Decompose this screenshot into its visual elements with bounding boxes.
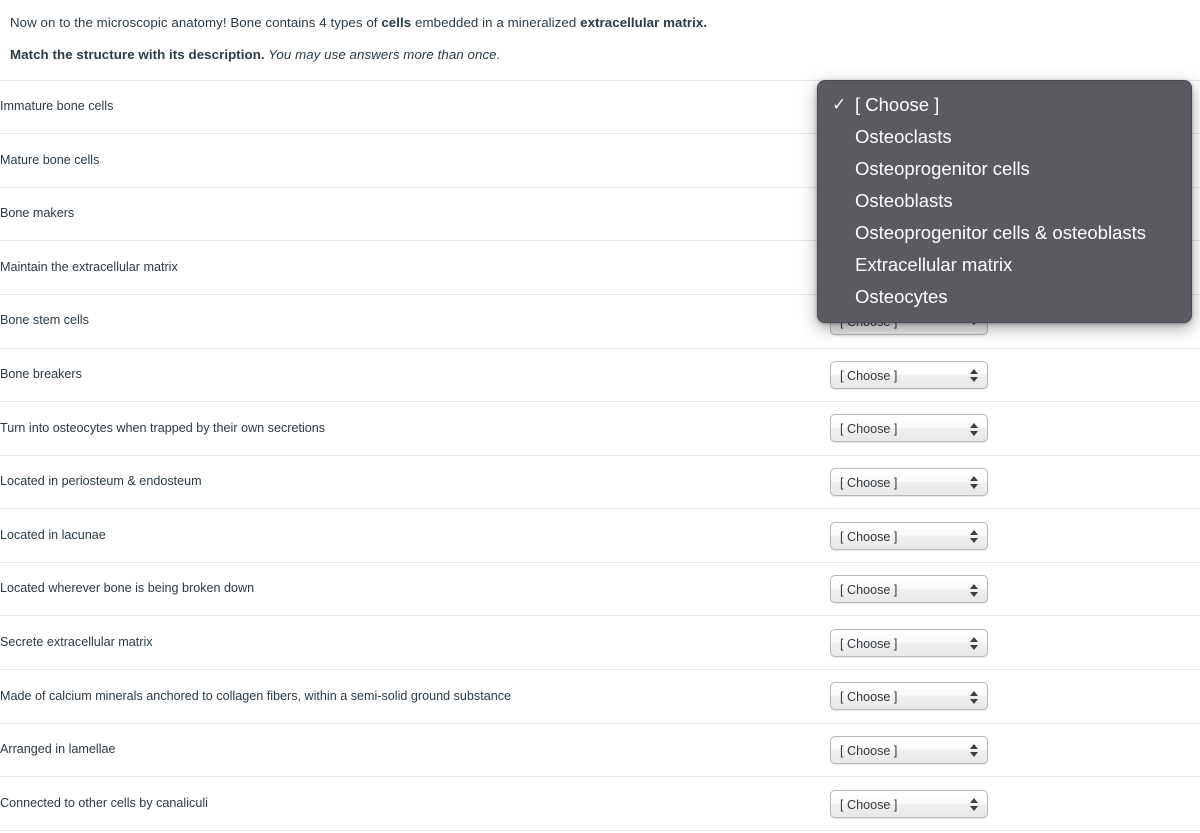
answer-select[interactable]: [ Choose ] xyxy=(830,467,988,497)
row-label-cell: Located in lacunae xyxy=(0,508,830,563)
updown-arrows-icon xyxy=(969,791,978,819)
answer-select-value: [ Choose ] xyxy=(840,797,898,812)
answer-select[interactable]: [ Choose ] xyxy=(830,360,988,390)
dropdown-option-extracellular-matrix[interactable]: Extracellular matrix xyxy=(818,249,1191,281)
row-label: Connected to other cells by canaliculi xyxy=(0,795,208,810)
row-answer-cell: [ Choose ] xyxy=(830,508,1200,563)
dropdown-option-label: Osteoclasts xyxy=(855,126,952,147)
table-row: Located in lacunae [ Choose ] xyxy=(0,508,1200,563)
table-row: Made of calcium minerals anchored to col… xyxy=(0,669,1200,724)
row-label: Maintain the extracellular matrix xyxy=(0,259,178,274)
intro-text-block: Now on to the microscopic anatomy! Bone … xyxy=(0,0,1200,65)
answer-select[interactable]: [ Choose ] xyxy=(830,414,988,443)
dropdown-option-osteoprogenitor-cells-and-osteoblasts[interactable]: Osteoprogenitor cells & osteoblasts xyxy=(818,217,1191,249)
answer-select-value: [ Choose ] xyxy=(840,368,898,383)
updown-arrows-icon xyxy=(969,469,978,497)
intro-emphasis-matrix: extracellular matrix. xyxy=(580,15,708,30)
row-label: Bone stem cells xyxy=(0,313,89,328)
row-label: Located in periosteum & endosteum xyxy=(0,474,202,489)
row-label-cell: Arranged in lamellae xyxy=(0,723,830,778)
row-label-cell: Connected to other cells by canaliculi xyxy=(0,776,830,831)
row-label: Bone breakers xyxy=(0,366,82,381)
updown-arrows-icon xyxy=(969,737,978,765)
row-label: Immature bone cells xyxy=(0,99,114,114)
answer-select[interactable]: [ Choose ] xyxy=(830,628,988,658)
table-row: Located wherever bone is being broken do… xyxy=(0,562,1200,617)
row-label: Made of calcium minerals anchored to col… xyxy=(0,688,512,703)
dropdown-option-osteocytes[interactable]: Osteocytes xyxy=(818,281,1191,313)
row-label: Located in lacunae xyxy=(0,527,106,542)
row-answer-cell: [ Choose ] xyxy=(830,669,1200,724)
row-answer-cell: [ Choose ] xyxy=(830,455,1200,510)
updown-arrows-icon xyxy=(969,362,978,390)
row-answer-cell: [ Choose ] xyxy=(830,562,1200,617)
intro-sentence-2: Match the structure with its description… xyxy=(10,32,1190,64)
row-label-cell: Located wherever bone is being broken do… xyxy=(0,562,830,617)
updown-arrows-icon xyxy=(969,523,978,551)
row-answer-cell: [ Choose ] xyxy=(830,615,1200,671)
dropdown-option-choose[interactable]: ✓ [ Choose ] xyxy=(818,89,1191,121)
dropdown-option-label: Osteoblasts xyxy=(855,190,953,211)
updown-arrows-icon xyxy=(969,415,978,443)
answer-select-value: [ Choose ] xyxy=(840,636,898,651)
dropdown-option-osteoclasts[interactable]: Osteoclasts xyxy=(818,121,1191,153)
row-answer-cell: [ Choose ] xyxy=(830,401,1200,456)
row-label: Arranged in lamellae xyxy=(0,742,116,757)
instruction-italic: You may use answers more than once. xyxy=(264,47,501,63)
row-answer-cell: [ Choose ] xyxy=(830,348,1200,403)
table-row: Arranged in lamellae [ Choose ] xyxy=(0,723,1200,778)
row-label: Turn into osteocytes when trapped by the… xyxy=(0,420,326,435)
intro-text-pre: Now on to the microscopic anatomy! Bone … xyxy=(10,15,382,30)
row-label-cell: Bone breakers xyxy=(0,348,830,403)
dropdown-option-label: Osteoprogenitor cells xyxy=(855,158,1030,179)
updown-arrows-icon xyxy=(969,630,978,658)
row-label: Bone makers xyxy=(0,206,75,221)
row-label-cell: Mature bone cells xyxy=(0,133,830,188)
row-label-cell: Turn into osteocytes when trapped by the… xyxy=(0,401,830,456)
dropdown-option-label: Osteoprogenitor cells & osteoblasts xyxy=(855,222,1147,243)
answer-select-value: [ Choose ] xyxy=(840,475,898,490)
dropdown-popup[interactable]: ✓ [ Choose ] Osteoclasts Osteoprogenitor … xyxy=(817,80,1192,323)
row-label: Located wherever bone is being broken do… xyxy=(0,581,255,596)
answer-select[interactable]: [ Choose ] xyxy=(830,575,988,604)
intro-emphasis-cells: cells xyxy=(381,15,412,30)
table-row: Bone breakers [ Choose ] xyxy=(0,348,1200,403)
row-label-cell: Bone stem cells xyxy=(0,294,830,349)
row-label-cell: Bone makers xyxy=(0,187,830,242)
row-label-cell: Located in periosteum & endosteum xyxy=(0,455,830,510)
answer-select-value: [ Choose ] xyxy=(840,529,898,544)
dropdown-option-label: [ Choose ] xyxy=(855,94,940,115)
updown-arrows-icon xyxy=(969,576,978,604)
row-label-cell: Secrete extracellular matrix xyxy=(0,615,830,671)
answer-select-value: [ Choose ] xyxy=(840,583,898,598)
table-row: Connected to other cells by canaliculi [… xyxy=(0,776,1200,831)
instruction-bold: Match the structure with its description… xyxy=(10,47,265,63)
answer-select[interactable]: [ Choose ] xyxy=(830,682,988,711)
dropdown-option-label: Extracellular matrix xyxy=(855,254,1013,275)
checkmark-icon: ✓ xyxy=(832,95,847,114)
intro-sentence-1: Now on to the microscopic anatomy! Bone … xyxy=(10,0,1190,32)
question-page: Now on to the microscopic anatomy! Bone … xyxy=(0,0,1200,833)
table-row: Turn into osteocytes when trapped by the… xyxy=(0,401,1200,456)
intro-text-mid: embedded in a mineralized xyxy=(411,15,581,30)
answer-select-value: [ Choose ] xyxy=(840,422,898,437)
answer-select[interactable]: [ Choose ] xyxy=(830,521,988,551)
dropdown-option-osteoprogenitor-cells[interactable]: Osteoprogenitor cells xyxy=(818,153,1191,185)
row-answer-cell: [ Choose ] xyxy=(830,776,1200,831)
table-row: Secrete extracellular matrix [ Choose ] xyxy=(0,615,1200,671)
answer-select-value: [ Choose ] xyxy=(840,743,898,758)
row-label-cell: Maintain the extracellular matrix xyxy=(0,240,830,295)
table-row: Located in periosteum & endosteum [ Choo… xyxy=(0,455,1200,510)
answer-select[interactable]: [ Choose ] xyxy=(830,789,988,819)
dropdown-option-label: Osteocytes xyxy=(855,286,948,307)
updown-arrows-icon xyxy=(969,683,978,711)
row-label: Mature bone cells xyxy=(0,152,100,167)
row-label: Secrete extracellular matrix xyxy=(0,634,153,649)
dropdown-option-osteoblasts[interactable]: Osteoblasts xyxy=(818,185,1191,217)
row-label-cell: Made of calcium minerals anchored to col… xyxy=(0,669,830,724)
row-answer-cell: [ Choose ] xyxy=(830,723,1200,778)
row-label-cell: Immature bone cells xyxy=(0,79,830,135)
answer-select-value: [ Choose ] xyxy=(840,690,898,705)
answer-select[interactable]: [ Choose ] xyxy=(830,735,988,765)
